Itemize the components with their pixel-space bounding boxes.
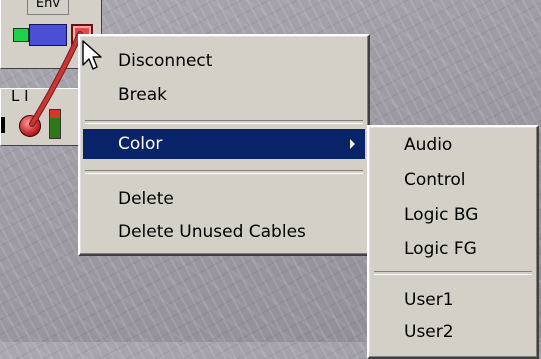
menu-separator [85, 170, 363, 174]
submenu-item-user1[interactable]: User1 [372, 285, 534, 315]
context-menu[interactable]: Disconnect Break Color Delete Delete Unu… [78, 34, 370, 256]
submenu-item-logic-bg[interactable]: Logic BG [372, 200, 534, 230]
submenu-item-label: User1 [404, 290, 454, 310]
menu-item-label: Color [118, 134, 163, 154]
color-submenu[interactable]: Audio Control Logic BG Logic FG User1 Us… [367, 125, 539, 359]
submenu-item-label: Logic BG [404, 205, 479, 225]
submenu-item-control[interactable]: Control [372, 165, 534, 195]
menu-item-label: Delete [118, 189, 174, 209]
menu-item-label: Delete Unused Cables [118, 222, 306, 242]
submenu-item-logic-fg[interactable]: Logic FG [372, 234, 534, 264]
menu-separator [374, 271, 532, 275]
menu-item-break[interactable]: Break [83, 80, 365, 110]
submenu-item-label: User2 [404, 322, 454, 342]
menu-separator [85, 120, 363, 124]
arrow-pointer-icon [82, 40, 102, 70]
submenu-item-label: Logic FG [404, 239, 477, 259]
submenu-item-label: Control [404, 170, 466, 190]
menu-item-color[interactable]: Color [83, 129, 365, 159]
submenu-item-audio[interactable]: Audio [372, 130, 534, 160]
menu-item-label: Disconnect [118, 51, 213, 71]
submenu-item-label: Audio [404, 135, 453, 155]
menu-item-label: Break [118, 85, 167, 105]
menu-item-delete[interactable]: Delete [83, 184, 365, 214]
submenu-arrow-icon [350, 139, 355, 149]
submenu-item-user2[interactable]: User2 [372, 317, 534, 347]
menu-item-disconnect[interactable]: Disconnect [83, 46, 365, 76]
menu-item-delete-unused-cables[interactable]: Delete Unused Cables [83, 217, 365, 247]
